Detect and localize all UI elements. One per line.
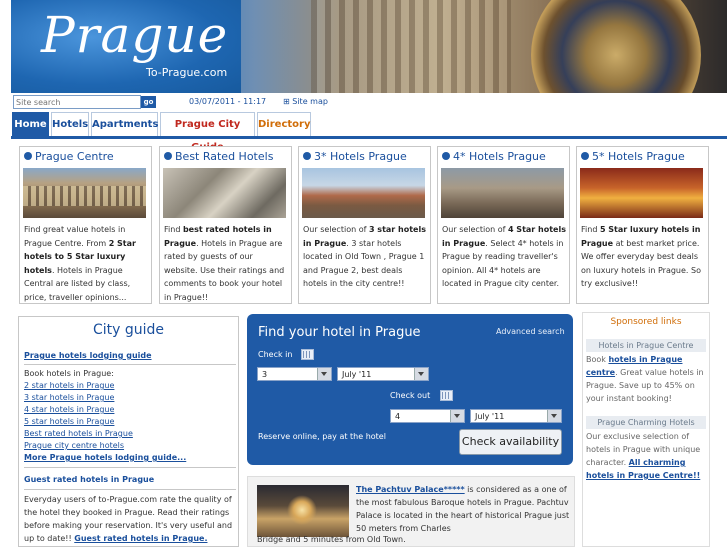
search-go-button[interactable]: go — [141, 96, 156, 108]
category-title[interactable]: 5* Hotels Prague — [592, 150, 685, 163]
category-best-rated[interactable]: Best Rated Hotels Find best rated hotels… — [159, 146, 292, 304]
checkin-calendar-icon[interactable] — [301, 349, 314, 360]
more-lodging-link[interactable]: More Prague hotels lodging guide... — [24, 453, 186, 462]
sponsored-heading-centre[interactable]: Hotels in Prague Centre — [586, 339, 706, 352]
city-guide-panel: City guide Prague hotels lodging guide B… — [18, 316, 239, 547]
bullet-icon — [303, 152, 311, 160]
site-logo[interactable]: Prague — [41, 6, 228, 64]
bullet-icon — [581, 152, 589, 160]
category-title[interactable]: Prague Centre — [35, 150, 114, 163]
sponsored-heading-charming[interactable]: Prague Charming Hotels — [586, 416, 706, 429]
hotel-promo-link[interactable]: The Pachtuv Palace***** — [356, 485, 465, 494]
hotel-promo-image[interactable] — [257, 485, 349, 537]
category-image[interactable] — [302, 168, 425, 218]
header-banner: Prague To-Prague.com — [11, 0, 727, 93]
tab-apartments[interactable]: Apartments — [91, 112, 158, 136]
checkout-calendar-icon[interactable] — [440, 390, 453, 401]
chevron-down-icon — [414, 368, 428, 380]
category-prague-centre[interactable]: Prague Centre Find great value hotels in… — [19, 146, 152, 304]
hotel-promo-text: The Pachtuv Palace***** is considered as… — [356, 485, 570, 533]
advanced-search-link[interactable]: Advanced search — [496, 327, 565, 336]
checkout-day-select[interactable]: 4 — [390, 409, 465, 423]
bullet-icon — [164, 152, 172, 160]
city-guide-title: City guide — [92, 322, 165, 338]
astronomical-clock-image — [531, 0, 701, 93]
category-4-star[interactable]: 4* Hotels Prague Our selection of 4 Star… — [437, 146, 570, 304]
main-nav: Home Hotels Apartments Prague City Guide… — [11, 111, 727, 153]
bullet-icon — [442, 152, 450, 160]
hotel-finder-panel: Find your hotel in Prague Advanced searc… — [247, 314, 573, 465]
tab-home[interactable]: Home — [12, 112, 49, 136]
current-datetime: 03/07/2011 - 11:17 — [189, 97, 267, 106]
checkin-month-select[interactable]: July '11 — [337, 367, 429, 381]
bullet-icon — [24, 152, 32, 160]
category-title[interactable]: 3* Hotels Prague — [314, 150, 407, 163]
check-availability-button[interactable]: Check availability — [459, 429, 562, 455]
category-text: Find best rated hotels in Prague. Hotels… — [164, 225, 285, 302]
finder-title: Find your hotel in Prague — [258, 325, 421, 340]
sitemap-icon: ⊞ — [283, 97, 293, 106]
tab-directory[interactable]: Directory — [257, 112, 311, 136]
hotel-promo-text-cont: Bridge and 5 minutes from Old Town. — [257, 535, 406, 544]
sponsored-title: Sponsored links — [610, 317, 682, 327]
category-text: Find great value hotels in Prague Centre… — [24, 225, 136, 302]
category-text: Our selection of 4 Star hotels in Prague… — [442, 225, 566, 288]
city-guide-section-lodging[interactable]: Prague hotels lodging guide — [24, 351, 152, 360]
category-text: Our selection of 3 star hotels in Prague… — [303, 225, 426, 288]
chevron-down-icon — [450, 410, 464, 422]
checkin-label: Check in — [258, 350, 293, 359]
checkout-month-select[interactable]: July '11 — [470, 409, 562, 423]
guest-rated-text: Everyday users of to-Prague.com rate the… — [24, 495, 233, 543]
tab-city-guide[interactable]: Prague City Guide — [160, 112, 255, 153]
search-input[interactable] — [13, 95, 141, 109]
link-5-star[interactable]: 5 star hotels in Prague — [24, 417, 114, 426]
checkin-day-select[interactable]: 3 — [257, 367, 332, 381]
sitemap-link[interactable]: ⊞ Site map — [283, 97, 328, 106]
checkout-label: Check out — [390, 391, 431, 400]
site-logo-subtitle: To-Prague.com — [146, 66, 228, 79]
sponsored-text-charming: Our exclusive selection of hotels in Pra… — [586, 432, 701, 480]
link-4-star[interactable]: 4 star hotels in Prague — [24, 405, 114, 414]
category-title[interactable]: 4* Hotels Prague — [453, 150, 546, 163]
chevron-down-icon — [547, 410, 561, 422]
category-5-star[interactable]: 5* Hotels Prague Find 5 Star luxury hote… — [576, 146, 709, 304]
search-bar: go 03/07/2011 - 11:17 ⊞ Site map — [11, 93, 727, 111]
category-text: Find 5 Star luxury hotels in Prague at b… — [581, 225, 701, 288]
category-image[interactable] — [163, 168, 286, 218]
link-3-star[interactable]: 3 star hotels in Prague — [24, 393, 114, 402]
book-hotels-label: Book hotels in Prague: — [24, 369, 114, 378]
sponsored-text-centre: Book hotels in Prague centre. Great valu… — [586, 355, 704, 403]
category-image[interactable] — [441, 168, 564, 218]
sponsored-links-panel: Sponsored links Hotels in Prague Centre … — [582, 312, 710, 547]
link-2-star[interactable]: 2 star hotels in Prague — [24, 381, 114, 390]
tab-hotels[interactable]: Hotels — [51, 112, 89, 136]
chevron-down-icon — [317, 368, 331, 380]
reserve-note: Reserve online, pay at the hotel — [258, 432, 386, 441]
guest-rated-link[interactable]: Guest rated hotels in Prague. — [74, 534, 207, 543]
category-title[interactable]: Best Rated Hotels — [175, 150, 273, 163]
category-image[interactable] — [23, 168, 146, 218]
category-3-star[interactable]: 3* Hotels Prague Our selection of 3 star… — [298, 146, 431, 304]
link-best-rated[interactable]: Best rated hotels in Prague — [24, 429, 133, 438]
link-city-centre[interactable]: Prague city centre hotels — [24, 441, 124, 450]
category-image[interactable] — [580, 168, 703, 218]
hotel-promo: The Pachtuv Palace***** is considered as… — [247, 476, 575, 547]
city-guide-section-guest-rated[interactable]: Guest rated hotels in Prague — [24, 475, 154, 484]
